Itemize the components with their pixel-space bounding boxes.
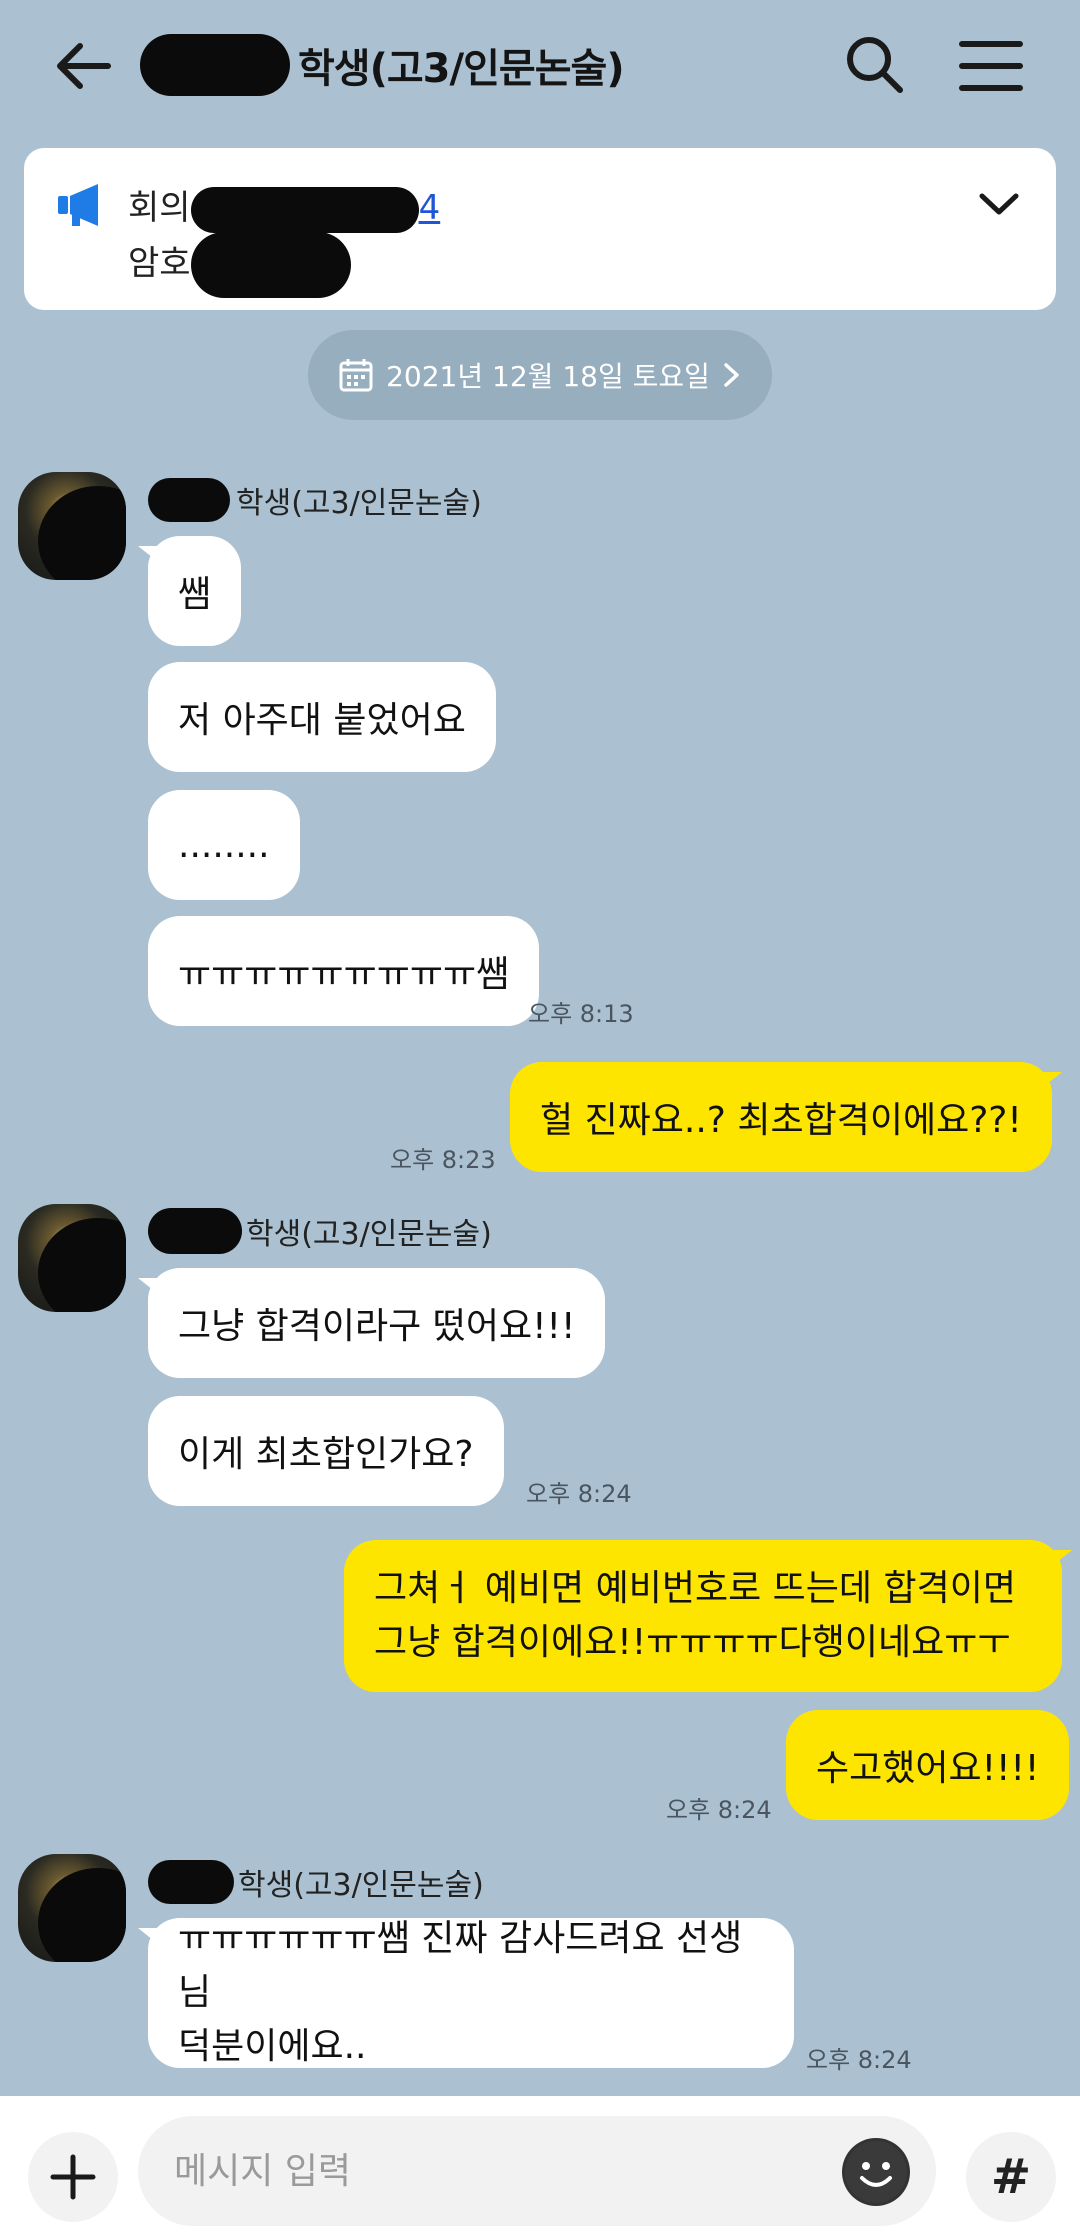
notice-line-2-label: 암호	[128, 243, 191, 284]
message-text: 그냥 합격이라구 떴어요!!!	[178, 1306, 576, 1347]
notice-line-2: 암호	[128, 232, 351, 298]
notice-link[interactable]: 4	[419, 188, 441, 228]
message-bubble[interactable]: ㅠㅠㅠㅠㅠㅠㅠㅠㅠ쌤	[148, 916, 540, 1026]
redacted-meeting-id	[190, 186, 419, 233]
message-timestamp: 오후 8:23	[390, 1146, 496, 1174]
attach-plus-button[interactable]	[28, 2132, 118, 2222]
redacted-name	[148, 1208, 242, 1254]
plus-icon	[50, 2154, 96, 2200]
sender-label: 학생(고3/인문논술)	[236, 486, 482, 521]
message-text: 그쳐ㅓ 예비면 예비번호로 뜨는데 합격이면 그냥 합격이에요!!ㅠㅠㅠㅠ다행이…	[374, 1562, 1016, 1670]
redacted-name	[140, 34, 290, 96]
message-text-line: 그냥 합격이에요!!ㅠㅠㅠㅠ다행이네요ㅠㅜ	[374, 1622, 1011, 1663]
message-text: 이게 최초합인가요?	[178, 1434, 474, 1475]
chat-title-text: 학생(고3/인문논술)	[298, 46, 625, 92]
sender-label: 학생(고3/인문논술)	[238, 1868, 484, 1903]
message-timestamp: 오후 8:24	[526, 1480, 632, 1508]
message-text: ........	[178, 824, 270, 866]
redacted-name	[148, 1860, 234, 1904]
message-timestamp: 오후 8:13	[528, 1000, 634, 1028]
sender-name: 학생(고3/인문논술)	[148, 1860, 484, 1904]
calendar-icon	[339, 359, 373, 392]
pinned-notice[interactable]: 회의 4 암호	[24, 148, 1056, 310]
message-bubble[interactable]: 쌤	[137, 536, 242, 646]
chat-title: 학생(고3/인문논술)	[140, 30, 625, 100]
message-text: 수고했어요!!!!	[816, 1748, 1040, 1789]
hamburger-menu-icon[interactable]	[956, 36, 1026, 96]
message-text: ㅠㅠㅠㅠㅠㅠㅠㅠㅠ쌤	[178, 954, 510, 995]
date-divider[interactable]: 2021년 12월 18일 토요일	[308, 330, 772, 420]
message-bubble[interactable]: 저 아주대 붙었어요	[148, 662, 496, 772]
avatar[interactable]	[18, 1204, 126, 1312]
message-bubble[interactable]: ........	[148, 790, 300, 900]
message-text: 헐 진짜요..? 최초합격이에요??!	[540, 1100, 1022, 1141]
search-icon[interactable]	[840, 30, 910, 100]
message-text: 쌤	[178, 574, 212, 615]
sender-name: 학생(고3/인문논술)	[148, 478, 482, 522]
redacted-name	[148, 478, 230, 522]
message-timestamp: 오후 8:24	[666, 1796, 772, 1824]
my-message-bubble[interactable]: 헐 진짜요..? 최초합격이에요??!	[510, 1062, 1062, 1172]
date-label: 2021년 12월 18일 토요일	[386, 360, 710, 393]
redacted-password	[190, 232, 351, 298]
message-input-bar: #	[0, 2096, 1080, 2239]
message-bubble[interactable]: 그냥 합격이라구 떴어요!!!	[137, 1268, 606, 1378]
message-timestamp: 오후 8:24	[806, 2046, 912, 2074]
notice-line-1-label: 회의	[128, 188, 191, 228]
megaphone-icon	[54, 178, 108, 232]
message-text-line: 덕분이에요..	[178, 2026, 367, 2067]
message-text-line: ㅠㅠㅠㅠㅠㅠ쌤 진짜 감사드려요 선생님	[178, 1918, 743, 2013]
sender-label: 학생(고3/인문논술)	[246, 1217, 492, 1252]
my-message-bubble[interactable]: 수고했어요!!!!	[786, 1710, 1070, 1820]
message-input[interactable]	[138, 2116, 936, 2226]
chat-header: 학생(고3/인문논술)	[0, 0, 1080, 130]
avatar[interactable]	[18, 472, 126, 580]
my-message-bubble[interactable]: 그쳐ㅓ 예비면 예비번호로 뜨는데 합격이면 그냥 합격이에요!!ㅠㅠㅠㅠ다행이…	[344, 1540, 1072, 1692]
chevron-down-icon[interactable]	[974, 184, 1024, 224]
message-text-line: 그쳐ㅓ 예비면 예비번호로 뜨는데 합격이면	[374, 1568, 1016, 1609]
emoji-smile-icon[interactable]	[842, 2138, 910, 2206]
message-bubble[interactable]: 이게 최초합인가요?	[148, 1396, 504, 1506]
sender-name: 학생(고3/인문논술)	[148, 1208, 492, 1254]
message-text: 저 아주대 붙었어요	[178, 700, 466, 741]
back-arrow-icon[interactable]	[48, 30, 120, 102]
notice-line-1: 회의 4	[128, 180, 440, 233]
hashtag-search-button[interactable]: #	[966, 2132, 1056, 2222]
chevron-right-icon	[724, 363, 739, 387]
message-bubble[interactable]: ㅠㅠㅠㅠㅠㅠ쌤 진짜 감사드려요 선생님 덕분이에요..	[138, 1918, 794, 2068]
avatar[interactable]	[18, 1854, 126, 1962]
hash-icon: #	[990, 2149, 1032, 2205]
message-text: ㅠㅠㅠㅠㅠㅠ쌤 진짜 감사드려요 선생님 덕분이에요..	[178, 1912, 764, 2074]
